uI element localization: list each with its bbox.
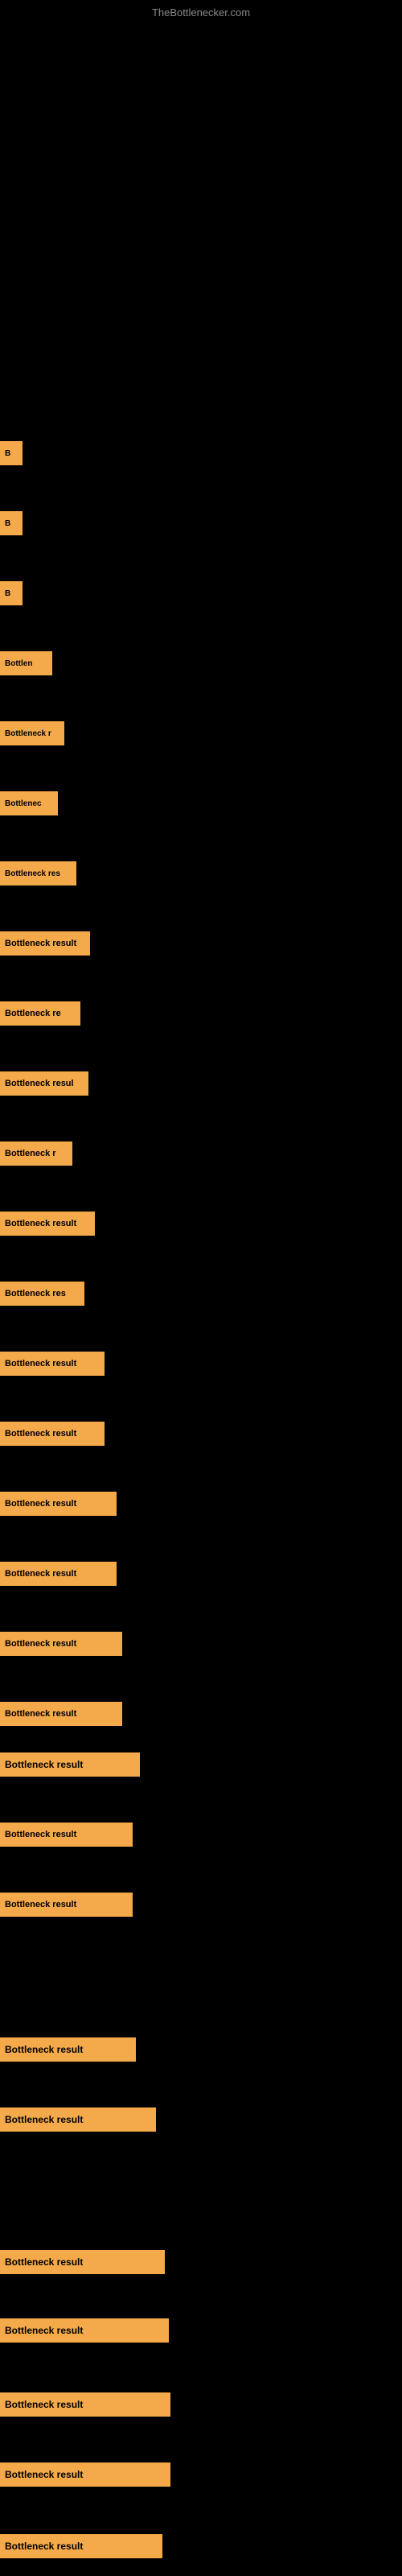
bar-label: Bottleneck resul	[5, 1079, 74, 1088]
bar-label: Bottlenec	[5, 799, 42, 808]
bar-label: Bottleneck result	[5, 2256, 83, 2268]
bar-label: Bottleneck result	[5, 2469, 83, 2480]
bar-item: Bottleneck result	[0, 2392, 170, 2417]
bar-label: Bottleneck result	[5, 1709, 76, 1719]
bar-item: Bottleneck res	[0, 1282, 84, 1306]
bar-item: Bottleneck resul	[0, 1071, 88, 1096]
bar-label: Bottleneck result	[5, 1429, 76, 1439]
bar-label: Bottleneck result	[5, 2114, 83, 2125]
bar-item: Bottleneck result	[0, 2107, 156, 2132]
bar-label: B	[5, 589, 10, 598]
bar-item: Bottleneck res	[0, 861, 76, 886]
bar-item: Bottleneck r	[0, 1141, 72, 1166]
bar-item: Bottleneck result	[0, 1562, 117, 1586]
bar-item: Bottleneck result	[0, 1752, 140, 1777]
bar-label: Bottleneck re	[5, 1009, 61, 1018]
bar-label: Bottleneck result	[5, 1759, 83, 1770]
bar-label: Bottleneck result	[5, 1359, 76, 1368]
bar-item: Bottleneck result	[0, 2534, 162, 2558]
bar-item: Bottlen	[0, 651, 52, 675]
bar-item: Bottleneck result	[0, 2318, 169, 2343]
bar-label: Bottleneck result	[5, 2044, 83, 2055]
bar-label: Bottleneck result	[5, 1639, 76, 1649]
bar-label: Bottleneck r	[5, 729, 51, 738]
bar-item: Bottlenec	[0, 791, 58, 815]
bar-label: Bottleneck result	[5, 1499, 76, 1509]
bar-item: Bottleneck result	[0, 1823, 133, 1847]
bar-label: Bottleneck result	[5, 1219, 76, 1228]
bar-item: Bottleneck result	[0, 2462, 170, 2487]
bar-item: Bottleneck result	[0, 1893, 133, 1917]
bar-label: B	[5, 519, 10, 528]
bar-item: Bottleneck result	[0, 1422, 105, 1446]
bar-label: Bottleneck result	[5, 939, 76, 948]
bar-label: Bottleneck res	[5, 869, 60, 878]
bar-item: B	[0, 441, 23, 465]
bar-label: Bottleneck result	[5, 1830, 76, 1839]
bar-item: Bottleneck re	[0, 1001, 80, 1026]
bar-item: Bottleneck result	[0, 1212, 95, 1236]
site-title: TheBottlenecker.com	[152, 6, 250, 19]
bar-label: Bottleneck r	[5, 1149, 56, 1158]
bar-label: Bottleneck res	[5, 1289, 66, 1298]
bar-item: B	[0, 581, 23, 605]
bar-item: B	[0, 511, 23, 535]
bar-item: Bottleneck result	[0, 1632, 122, 1656]
bar-label: Bottleneck result	[5, 2325, 83, 2336]
bar-label: Bottleneck result	[5, 2541, 83, 2552]
bar-label: B	[5, 449, 10, 458]
bar-item: Bottleneck r	[0, 721, 64, 745]
bar-item: Bottleneck result	[0, 1702, 122, 1726]
bar-label: Bottleneck result	[5, 2399, 83, 2410]
bar-item: Bottleneck result	[0, 2037, 136, 2062]
bar-label: Bottleneck result	[5, 1569, 76, 1579]
bar-item: Bottleneck result	[0, 1352, 105, 1376]
bar-item: Bottleneck result	[0, 1492, 117, 1516]
bar-item: Bottleneck result	[0, 2250, 165, 2274]
bar-label: Bottleneck result	[5, 1900, 76, 1909]
bar-item: Bottleneck result	[0, 931, 90, 956]
bar-label: Bottlen	[5, 659, 32, 668]
